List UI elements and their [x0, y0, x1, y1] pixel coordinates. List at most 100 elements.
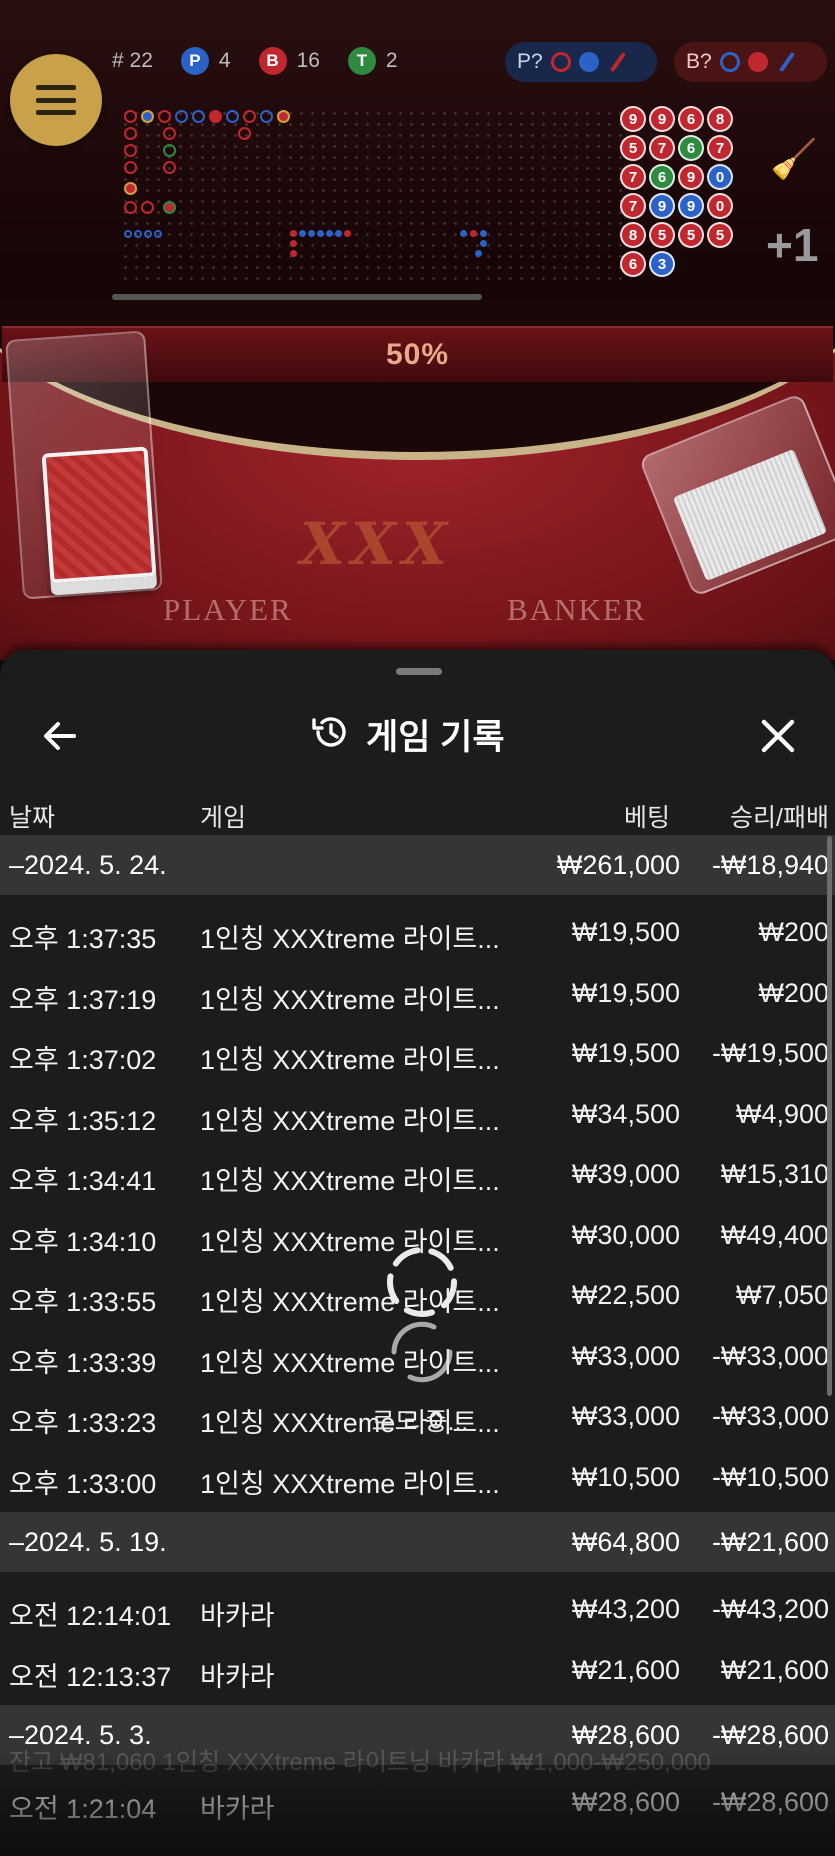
- bead-cell: 6: [678, 135, 704, 161]
- row-time: 오전 12:13:37: [9, 1661, 172, 1692]
- date-group-header[interactable]: –2024. 5. 19. ₩64,800 -₩21,600: [0, 1512, 835, 1572]
- dot-icon: [578, 52, 599, 72]
- row-time: 오후 1:34:10: [9, 1226, 157, 1257]
- bead-cell: 9: [649, 193, 675, 219]
- row-time: 오후 1:33:55: [9, 1287, 157, 1317]
- player-badge: P: [180, 47, 209, 75]
- close-icon[interactable]: [756, 714, 800, 758]
- row-game: 1인칭 XXXtreme 라이트...: [200, 1468, 500, 1499]
- row-win-loss: -₩10,500: [711, 1461, 829, 1492]
- row-time: 오후 1:33:00: [9, 1468, 157, 1499]
- roadmap-panel: # 22 P 4 B 16 T 2 P? B? 9 9 6 8 5 7 6 7 …: [0, 0, 835, 330]
- bead-cell: 5: [678, 222, 704, 248]
- row-win-loss: ₩7,050: [735, 1280, 829, 1310]
- back-arrow-icon[interactable]: [38, 714, 82, 758]
- bead-cell: 6: [649, 164, 675, 190]
- sheet-header: 게임 기록: [0, 694, 835, 774]
- sheet-drag-handle[interactable]: [396, 668, 442, 675]
- row-bet: ₩30,000: [571, 1219, 680, 1250]
- slash-icon: [609, 51, 626, 73]
- row-win-loss: ₩4,900: [735, 1098, 829, 1129]
- row-time: 오후 1:34:41: [9, 1166, 157, 1196]
- bead-cell: 7: [707, 135, 733, 161]
- row-bet: ₩19,500: [571, 977, 680, 1008]
- row-bet: ₩33,000: [571, 1401, 680, 1431]
- player-predict-label: P?: [517, 50, 543, 73]
- tie-count: 2: [385, 49, 398, 72]
- broom-icon[interactable]: 🧹: [770, 138, 817, 182]
- bead-cell: 5: [649, 222, 675, 248]
- row-time: 오후 1:37:19: [9, 984, 157, 1015]
- row-game: 1인칭 XXXtreme 라이트...: [200, 1166, 500, 1196]
- row-time: 오후 1:35:12: [9, 1105, 157, 1136]
- bead-cell: 9: [678, 193, 704, 219]
- row-time: 오후 1:33:39: [9, 1347, 157, 1378]
- date-group-header[interactable]: –2024. 5. 24. ₩261,000 -₩18,940: [0, 835, 835, 895]
- progress-percent: 50%: [385, 338, 450, 371]
- column-game: 게임: [200, 804, 247, 832]
- card-stack: [41, 446, 157, 584]
- row-bet: ₩39,000: [571, 1159, 680, 1189]
- row-win-loss: -₩43,200: [711, 1594, 829, 1624]
- row-win-loss: ₩200: [758, 977, 829, 1008]
- row-bet: ₩34,500: [571, 1098, 680, 1129]
- column-headers: 날짜 게임 베팅 승리/패배: [0, 786, 835, 836]
- row-win-loss: ₩15,310: [720, 1159, 829, 1189]
- bead-cell: 7: [620, 193, 646, 219]
- row-win-loss: -₩33,000: [711, 1340, 829, 1371]
- row-win-loss: -₩33,000: [711, 1401, 829, 1431]
- banker-badge: B: [258, 47, 287, 75]
- row-time: 오후 1:37:35: [9, 924, 157, 954]
- history-row[interactable]: 오전 12:14:01 바카라 ₩43,200 -₩43,200: [0, 1578, 835, 1638]
- bottom-fade: [0, 1750, 835, 1856]
- row-win-loss: ₩21,600: [720, 1654, 829, 1685]
- history-row[interactable]: 오후 1:37:35 1인칭 XXXtreme 라이트... ₩19,500 ₩200: [0, 901, 835, 961]
- group-date: –2024. 5. 19.: [9, 1527, 167, 1557]
- group-bet-total: ₩261,000: [556, 850, 680, 880]
- bead-cell: 6: [620, 251, 646, 277]
- banker-count: 16: [296, 49, 320, 72]
- bead-cell: 9: [649, 106, 675, 132]
- bead-cell: 5: [707, 222, 733, 248]
- plus-one-label: +1: [766, 219, 819, 271]
- group-date: –2024. 5. 24.: [9, 850, 167, 880]
- column-win-loss: 승리/패배: [730, 804, 829, 832]
- row-time: 오후 1:33:23: [9, 1408, 157, 1438]
- row-win-loss: -₩19,500: [711, 1038, 829, 1068]
- row-time: 오후 1:37:02: [9, 1045, 157, 1075]
- bead-cell: 6: [678, 106, 704, 132]
- row-game: 바카라: [200, 1601, 275, 1631]
- history-icon: [310, 712, 350, 757]
- banker-predict-button[interactable]: B?: [674, 42, 827, 82]
- history-row[interactable]: 오후 1:34:41 1인칭 XXXtreme 라이트... ₩39,000 ₩15,…: [0, 1143, 835, 1203]
- player-predict-button[interactable]: P?: [505, 42, 657, 82]
- loading-indicator: 로드 중...: [360, 1240, 480, 1440]
- row-bet: ₩33,000: [571, 1340, 680, 1371]
- row-bet: ₩19,500: [571, 1038, 680, 1068]
- history-row[interactable]: 오후 1:37:02 1인칭 XXXtreme 라이트... ₩19,500 -₩19…: [0, 1022, 835, 1082]
- history-row[interactable]: 오후 1:37:19 1인칭 XXXtreme 라이트... ₩19,500 ₩200: [0, 962, 835, 1022]
- menu-button[interactable]: [10, 54, 102, 146]
- bead-cell: 9: [678, 164, 704, 190]
- slash-icon: [778, 51, 795, 73]
- row-bet: ₩21,600: [571, 1654, 680, 1685]
- bead-cell: 8: [620, 222, 646, 248]
- history-row[interactable]: 오후 1:33:00 1인칭 XXXtreme 라이트... ₩10,500 -₩10…: [0, 1446, 835, 1506]
- bead-cell: 8: [707, 106, 733, 132]
- tie-badge: T: [347, 47, 376, 75]
- row-win-loss: ₩200: [758, 917, 829, 947]
- ring-icon: [719, 52, 740, 72]
- row-bet: ₩22,500: [571, 1280, 680, 1310]
- history-row[interactable]: 오후 1:35:12 1인칭 XXXtreme 라이트... ₩34,500 ₩4,9…: [0, 1083, 835, 1143]
- loading-text: 로드 중...: [371, 1408, 469, 1436]
- list-scrollbar[interactable]: [827, 836, 832, 1396]
- banker-predict-label: B?: [686, 50, 712, 73]
- bead-cell: 7: [649, 135, 675, 161]
- row-game: 1인칭 XXXtreme 라이트...: [200, 984, 500, 1015]
- bead-cell: 5: [620, 135, 646, 161]
- dot-icon: [747, 52, 768, 72]
- row-bet: ₩10,500: [571, 1461, 680, 1492]
- history-row[interactable]: 오전 12:13:37 바카라 ₩21,600 ₩21,600: [0, 1639, 835, 1699]
- round-count: # 22: [112, 49, 153, 72]
- sheet-title: 게임 기록: [366, 717, 505, 757]
